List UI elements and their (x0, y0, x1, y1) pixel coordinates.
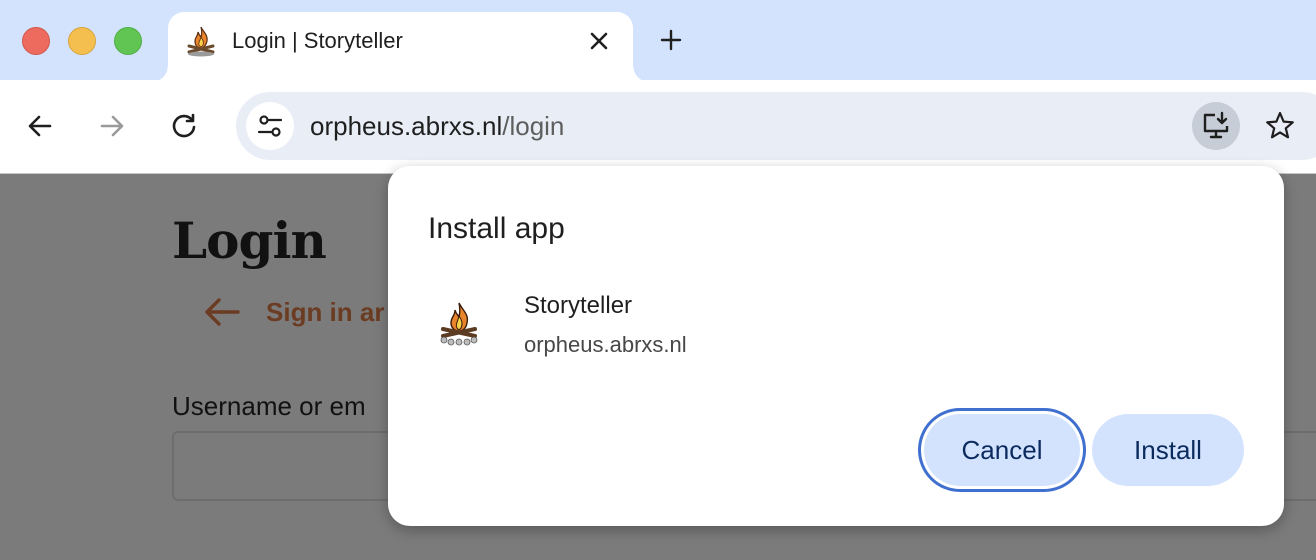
url-path: /login (502, 111, 565, 141)
tab-title: Login | Storyteller (232, 28, 403, 53)
app-name: Storyteller (524, 292, 633, 319)
star-icon (1266, 111, 1294, 139)
arrow-right-icon (100, 115, 124, 137)
maximize-window-button[interactable] (114, 27, 142, 55)
active-tab[interactable]: Login | Storyteller (152, 12, 649, 82)
cancel-button[interactable]: Cancel (918, 408, 1086, 492)
install-desktop-icon (1203, 111, 1229, 139)
url-host: orpheus.abrxs.nl (310, 111, 503, 141)
arrow-left-icon[interactable] (204, 297, 240, 327)
new-tab-button[interactable] (655, 24, 687, 56)
campfire-app-icon (440, 302, 478, 346)
url-text[interactable]: orpheus.abrxs.nl/login (310, 111, 564, 142)
reload-icon (172, 113, 196, 138)
install-app-dialog: Install app Storyteller orpheus.abrxs.nl… (388, 166, 1284, 526)
browser-toolbar: orpheus.abrxs.nl/login (0, 80, 1316, 174)
app-origin: orpheus.abrxs.nl (524, 332, 687, 357)
tab-close-button[interactable] (585, 27, 613, 55)
sign-in-link[interactable]: Sign in ar (266, 297, 384, 328)
plus-icon (660, 29, 682, 51)
dialog-title: Install app (428, 212, 565, 245)
campfire-favicon-icon (187, 26, 215, 57)
site-info-button[interactable] (246, 102, 294, 150)
install-button[interactable]: Install (1092, 414, 1244, 486)
page-title: Login (172, 211, 327, 270)
close-window-button[interactable] (22, 27, 50, 55)
reload-button[interactable] (164, 106, 204, 146)
tune-icon (257, 115, 283, 137)
close-icon (590, 32, 608, 50)
browser-window: Login | Storyteller orpheus.abrxs.nl/log… (0, 0, 1316, 560)
forward-button[interactable] (92, 106, 132, 146)
arrow-left-icon (28, 115, 52, 137)
minimize-window-button[interactable] (68, 27, 96, 55)
back-button[interactable] (20, 106, 60, 146)
username-label: Username or em (172, 391, 366, 421)
install-app-button[interactable] (1192, 102, 1240, 150)
tab-strip: Login | Storyteller (0, 0, 1316, 82)
bookmark-button[interactable] (1258, 104, 1302, 148)
address-bar[interactable]: orpheus.abrxs.nl/login (236, 92, 1316, 160)
